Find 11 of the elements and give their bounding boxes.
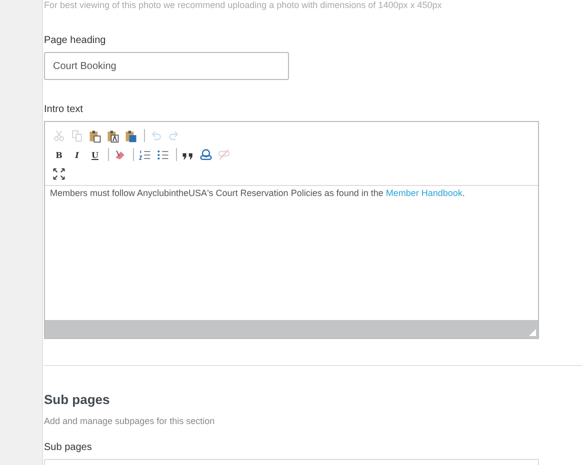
field-label: Intro text [44,103,84,117]
bold-button[interactable]: B [51,146,67,162]
italic-button[interactable]: I [69,146,85,162]
field-label: Sub pages [44,441,93,455]
section-heading: Sub pages [44,391,111,409]
field-label: Page heading [44,34,107,48]
page-heading-field[interactable]: Court Booking [44,52,289,80]
section-description: Add and manage subpages for this section [44,414,216,428]
underline-button[interactable]: U [87,146,103,162]
intro-text: Members must follow AnyclubintheUSA's Court Reservation Policies as found in the Member Handbook. [50,187,466,200]
photo-size-hint: For best viewing of this photo we recommend uploading a photo with dimensions of 1400px x 450px [44,0,443,11]
